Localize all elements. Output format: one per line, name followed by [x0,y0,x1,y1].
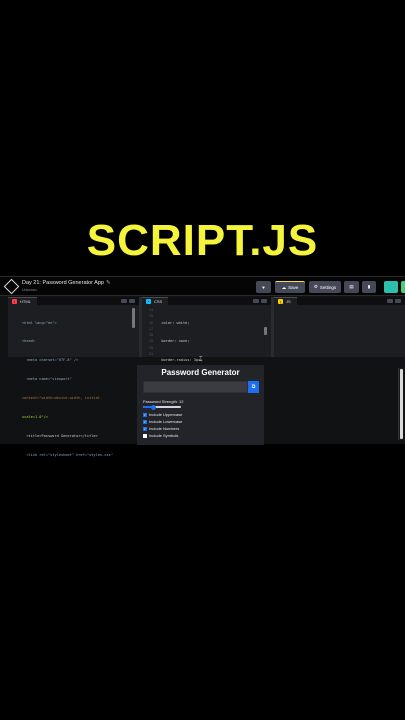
option-uppercase[interactable]: Include Uppercase [143,412,182,417]
js-tab[interactable]: ( JS [274,297,297,305]
preview-scrollbar[interactable] [398,368,403,440]
css-panel-controls [253,299,267,303]
code-line-text: <link rel="stylesheet" href="styles.css" [22,452,113,457]
settings-label: Settings [319,284,337,290]
password-length-label: Password Strength: 12 [143,399,184,404]
code-line-text: <meta name="viewport" [22,377,72,382]
code-line-text: <head> [22,339,35,344]
gear-icon: ⚙ [313,284,318,289]
option-symbols[interactable]: Include Symbols [143,433,178,438]
copy-button[interactable]: ⧉ [248,381,259,393]
js-tab-label: JS [286,299,291,304]
js-icon: ( [278,299,283,304]
html-panel[interactable]: / HTML <html lang="en"> <head> <meta cha… [8,297,139,457]
new-pen-button[interactable] [401,281,405,293]
js-collapse-icon[interactable] [395,299,401,303]
html-settings-icon[interactable] [121,299,127,303]
checkbox[interactable] [143,433,147,438]
code-line-text: <title>Password Generator</title> [22,433,98,438]
preview-app: Password Generator ⧉ Password Strength: … [137,365,264,445]
save-button[interactable]: ☁ Save [275,281,305,293]
project-title[interactable]: Day 21: Password Generator App ✎ [22,280,111,286]
code-line: border-radius: 3px; [157,357,271,363]
css-scrollbar[interactable] [264,327,267,335]
copy-icon: ⧉ [251,384,256,390]
heart-button[interactable]: ♥ [256,281,271,293]
option-lowercase[interactable]: Include Lowercase [143,419,182,424]
html-collapse-icon[interactable] [129,299,135,303]
checkbox[interactable] [143,426,147,431]
code-line: <html lang="en"> [22,320,139,326]
code-line-text: color: white; [157,320,190,325]
save-label: Save [288,285,299,290]
scrollbar-thumb[interactable] [400,369,403,439]
html-panel-controls [121,299,135,303]
code-line-text: border-radius: 3px; [157,358,203,363]
code-line-text: <meta charset="UTF-8" /> [22,358,79,363]
bookmark-icon: ▮ [367,284,371,289]
code-line-text: content="width=device-width, initial- [22,396,103,401]
code-line: <title>Password Generator</title> [22,433,139,439]
password-output[interactable] [143,381,248,393]
css-panel-header: * CSS [142,297,271,305]
css-tab[interactable]: * CSS [142,297,169,305]
js-panel[interactable]: ( JS [274,297,405,357]
html-icon: / [12,299,17,304]
checkbox[interactable] [143,412,147,417]
editor-panels: / HTML <html lang="en"> <head> <meta cha… [0,297,405,457]
code-line-text: scale=1.0"/> [22,415,48,420]
css-icon: * [146,299,151,304]
layout-button[interactable]: ▤ [344,281,359,293]
code-line-text: border: none; [157,339,190,344]
code-line: <link rel="stylesheet" href="styles.css" [22,452,139,458]
html-tab-label: HTML [20,299,31,304]
editor-topbar: Day 21: Password Generator App ✎ Unknown … [0,277,405,296]
heart-icon: ♥ [262,284,265,290]
preview-title: Password Generator [161,368,240,377]
html-scrollbar[interactable] [132,308,135,328]
css-settings-icon[interactable] [253,299,259,303]
cloud-icon: ☁ [281,284,287,290]
code-line: content="width=device-width, initial- [22,395,139,401]
option-label: Include Numbers [149,426,180,431]
html-panel-header: / HTML [8,297,139,305]
option-label: Include Lowercase [149,419,183,424]
html-code[interactable]: <html lang="en"> <head> <meta charset="U… [8,307,139,471]
avatar[interactable] [384,281,398,293]
pencil-icon[interactable]: ✎ [106,280,111,286]
settings-button[interactable]: ⚙ Settings [309,281,341,293]
js-settings-icon[interactable] [387,299,393,303]
option-label: Include Uppercase [149,412,183,417]
code-line: color: white; [157,320,271,326]
code-line-text: <html lang="en"> [22,320,57,325]
code-line: scale=1.0"/> [22,414,139,420]
mouse-cursor-icon: ⌶ [199,357,203,363]
layout-icon: ▤ [349,284,354,289]
js-panel-header: ( JS [274,297,405,305]
code-line: <meta charset="UTF-8" /> [22,357,139,363]
project-author: Unknown [22,288,37,292]
slider-knob[interactable] [151,404,157,410]
option-label: Include Symbols [149,433,179,438]
code-line: <meta name="viewport" [22,376,139,382]
checkbox[interactable] [143,419,147,424]
headline-text: SCRIPT.JS [86,216,319,265]
code-line: border: none; [157,338,271,344]
css-panel[interactable]: * CSS 14 15 16 17 18 19 20 21 color: white; bor… [142,297,271,438]
option-numbers[interactable]: Include Numbers [143,426,179,431]
js-panel-controls [387,299,401,303]
length-slider[interactable] [143,404,181,410]
code-line: <head> [22,338,139,344]
css-collapse-icon[interactable] [261,299,267,303]
project-title-text: Day 21: Password Generator App [22,280,104,286]
bookmark-button[interactable]: ▮ [362,281,376,293]
html-tab[interactable]: / HTML [8,297,37,305]
codepen-logo-icon[interactable] [3,278,20,295]
css-tab-label: CSS [154,299,163,304]
